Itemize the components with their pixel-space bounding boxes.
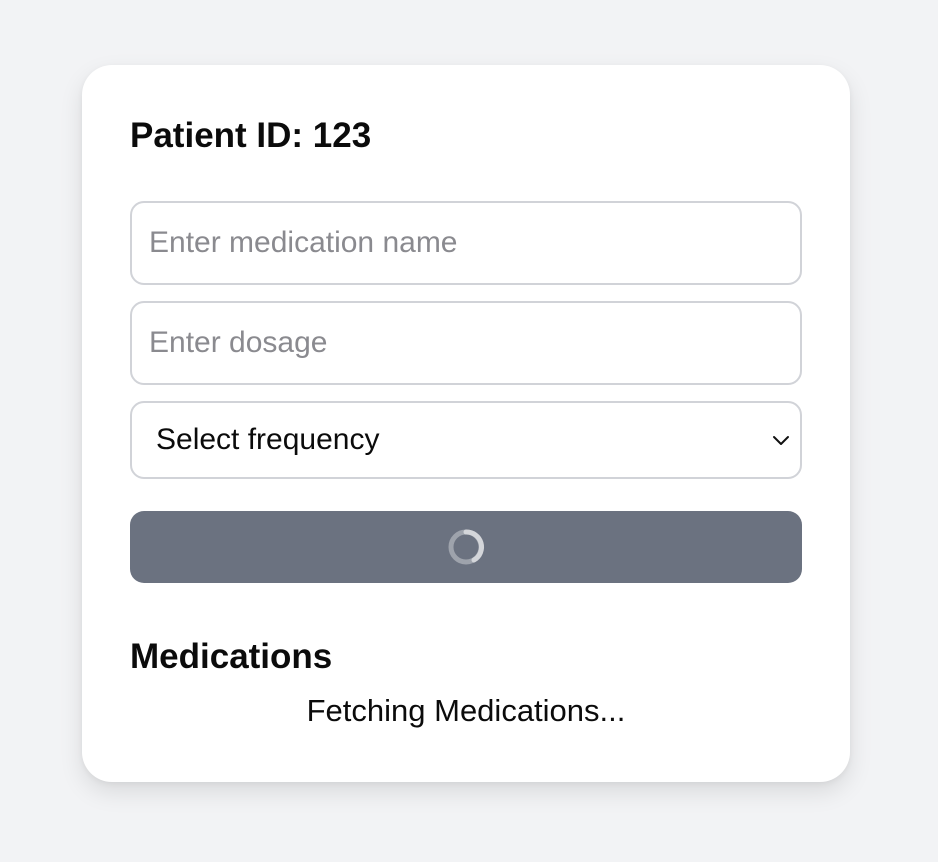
- patient-title: Patient ID: 123: [130, 116, 372, 155]
- medication-name-input[interactable]: [130, 201, 802, 285]
- medications-heading: Medications: [130, 637, 333, 676]
- spinner-icon: [448, 529, 485, 565]
- medications-status: Fetching Medications...: [306, 693, 626, 728]
- dosage-input[interactable]: [130, 301, 802, 385]
- add-medication-button[interactable]: [130, 511, 802, 583]
- frequency-select[interactable]: Select frequency: [130, 401, 802, 479]
- chevron-down-icon: [772, 431, 790, 449]
- medication-card: Patient ID: 123 Select frequency Medicat…: [82, 65, 850, 782]
- frequency-select-value: Select frequency: [156, 423, 380, 456]
